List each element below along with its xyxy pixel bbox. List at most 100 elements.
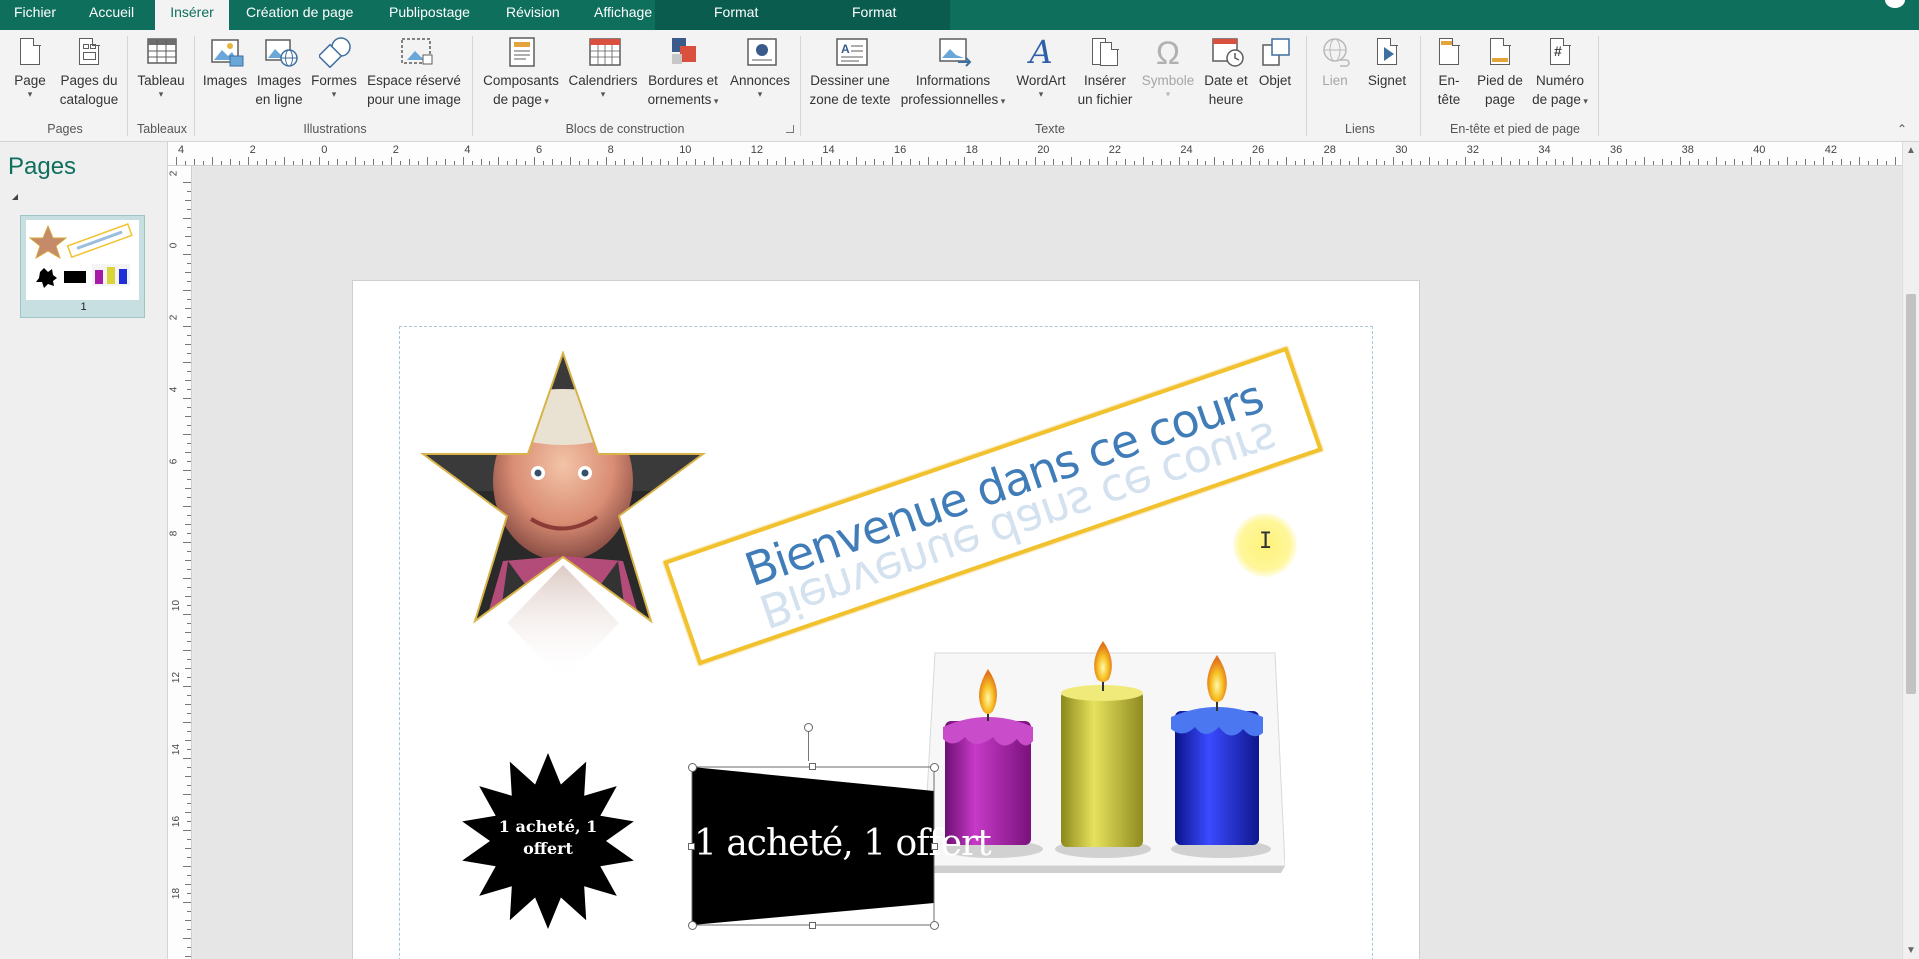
tab-fichier[interactable]: Fichier	[10, 0, 60, 30]
scroll-up-icon[interactable]: ▲	[1906, 145, 1916, 156]
pages-du-catalogue-button[interactable]: Pages du catalogue	[56, 36, 122, 109]
resize-handle-n[interactable]	[809, 763, 816, 770]
annonces-button[interactable]: Annonces ▾	[726, 36, 794, 99]
resize-handle-w[interactable]	[688, 843, 695, 850]
ruler-tick	[399, 161, 401, 165]
link-globe-icon	[1320, 36, 1350, 68]
ruler-label: 14	[171, 743, 183, 756]
resize-handle-s[interactable]	[809, 922, 816, 929]
ruler-tick	[373, 159, 375, 165]
ruler-tick	[183, 398, 191, 399]
numero-de-page-button[interactable]: # Numéro de page ▾	[1528, 36, 1592, 109]
ruler-label: 2	[168, 314, 180, 321]
ruler-tick	[1384, 161, 1386, 165]
offer-shape-selected[interactable]: 1 acheté, 1 offert	[688, 723, 992, 930]
ruler-label: 36	[1610, 144, 1623, 156]
group-label-tableaux: Tableaux	[136, 122, 188, 136]
tab-creation-de-page[interactable]: Création de page	[242, 0, 357, 30]
ruler-tick	[183, 254, 191, 255]
collapse-ribbon-icon[interactable]: ⌃	[1897, 122, 1907, 136]
scrollbar-thumb[interactable]	[1906, 294, 1916, 694]
formes-button[interactable]: Formes ▾	[308, 36, 360, 99]
date-et-heure-button[interactable]: Date et heure	[1200, 36, 1252, 109]
tab-publipostage[interactable]: Publipostage	[385, 0, 474, 30]
ruler-tick	[183, 722, 191, 723]
wordart-icon: A	[1029, 33, 1053, 71]
rotation-handle[interactable]	[808, 731, 809, 761]
signet-button[interactable]: Signet	[1362, 36, 1412, 90]
tab-format-2[interactable]: Format	[848, 0, 900, 30]
inserer-un-fichier-button[interactable]: Insérer un fichier	[1074, 36, 1136, 109]
informations-professionnelles-button[interactable]: Informations professionnelles ▾	[896, 36, 1010, 109]
document-canvas[interactable]: Bienvenue dans ce cours Bienvenue dans c…	[193, 167, 1901, 959]
tab-affichage[interactable]: Affichage	[590, 0, 656, 30]
ruler-tick	[187, 659, 191, 660]
ruler-tick	[187, 335, 191, 336]
ruler-tick	[1357, 157, 1359, 165]
group-label-blocs-de-construction: Blocs de construction	[565, 122, 685, 136]
images-button[interactable]: Images	[200, 36, 250, 90]
collapse-triangle-icon[interactable]	[12, 194, 18, 200]
account-icon[interactable]	[1885, 0, 1905, 8]
ruler-tick	[1330, 161, 1332, 165]
ruler-tick	[1250, 157, 1252, 165]
ruler-tick	[183, 290, 191, 291]
dialog-launcher-icon[interactable]	[786, 125, 794, 133]
bordures-et-ornements-button[interactable]: Bordures et ornements ▾	[642, 36, 724, 109]
tableau-button[interactable]: Tableau ▾	[134, 36, 188, 99]
vertical-ruler[interactable]: 2 0 2 4 6 8 10 12 14 16 18	[168, 166, 192, 959]
resize-handle-ne[interactable]	[930, 763, 939, 772]
ruler-tick	[187, 677, 191, 678]
symbole-button[interactable]: Ω Symbole ▾	[1138, 36, 1198, 99]
ruler-tick	[185, 308, 191, 309]
ruler-tick	[1644, 157, 1645, 165]
ruler-tick	[185, 452, 191, 453]
resize-handle-se[interactable]	[930, 921, 939, 930]
group-label-en-tete-pied-de-page: En-tête et pied de page	[1450, 122, 1580, 136]
scroll-down-icon[interactable]: ▼	[1906, 945, 1916, 956]
horizontal-ruler[interactable]: 4 2 0 2 4 6 8 10 12 14 16 18 20 22 24 26 28 30 32 34 36 38 40 4…	[168, 142, 1903, 166]
pied-de-page-button[interactable]: Pied de page	[1474, 36, 1526, 109]
tab-format-1[interactable]: Format	[710, 0, 762, 30]
ruler-tick	[1563, 161, 1565, 165]
ruler-tick	[695, 159, 697, 165]
ruler-tick	[677, 157, 679, 165]
ruler-tick	[185, 920, 191, 921]
ruler-tick	[187, 893, 191, 894]
wordart-button[interactable]: A WordArt ▾	[1012, 36, 1070, 99]
espace-reserve-image-button[interactable]: Espace réservé pour une image	[362, 36, 466, 109]
ruler-tick	[187, 605, 191, 606]
publication-page[interactable]: Bienvenue dans ce cours Bienvenue dans c…	[352, 280, 1420, 959]
page-thumbnail-1[interactable]: 1	[20, 215, 145, 318]
tab-accueil[interactable]: Accueil	[85, 0, 138, 30]
dessiner-zone-de-texte-button[interactable]: A Dessiner une zone de texte	[806, 36, 894, 109]
tab-inserer[interactable]: Insérer	[155, 0, 229, 30]
resize-handle-sw[interactable]	[688, 921, 697, 930]
resize-handle-nw[interactable]	[688, 763, 697, 772]
calendriers-button[interactable]: Calendriers ▾	[566, 36, 640, 99]
page-button[interactable]: Page ▾	[10, 36, 50, 99]
ruler-tick	[507, 161, 509, 165]
ruler-tick	[1536, 157, 1538, 165]
ruler-tick	[187, 281, 191, 282]
ruler-tick	[187, 947, 191, 948]
ruler-tick	[775, 161, 777, 165]
tab-revision[interactable]: Révision	[502, 0, 564, 30]
ruler-tick	[1187, 161, 1189, 165]
vertical-scrollbar[interactable]: ▲ ▼	[1902, 142, 1919, 959]
rotation-handle-knob[interactable]	[804, 723, 813, 732]
ruler-tick	[1277, 161, 1279, 165]
images-en-ligne-button[interactable]: Images en ligne	[252, 36, 306, 109]
composants-de-page-button[interactable]: Composants de page ▾	[478, 36, 564, 109]
resize-handle-e[interactable]	[931, 843, 938, 850]
ruler-tick	[187, 263, 191, 264]
ruler-tick	[1008, 161, 1010, 165]
ruler-tick	[229, 159, 231, 165]
en-tete-button[interactable]: En- tête	[1426, 36, 1472, 109]
lien-button[interactable]: Lien	[1312, 36, 1358, 90]
starburst-text[interactable]: 1 acheté, 1 offert	[483, 816, 613, 860]
objet-button[interactable]: Objet	[1254, 36, 1296, 90]
ruler-tick	[641, 157, 643, 165]
offer-shape-text[interactable]: 1 acheté, 1 offert	[694, 823, 992, 864]
ruler-tick	[183, 362, 191, 363]
